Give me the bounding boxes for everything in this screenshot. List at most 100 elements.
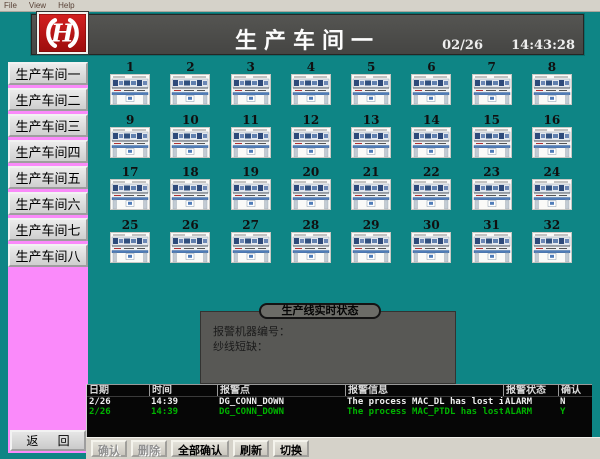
column-header: 日期 [87, 385, 149, 396]
sidebar-item-workshop-6[interactable]: 生产车间六 [8, 192, 88, 215]
knitting-machine-icon [351, 127, 391, 158]
machine-item-22[interactable]: 22 [401, 166, 461, 219]
machine-item-19[interactable]: 19 [221, 166, 281, 219]
sidebar-item-workshop-7[interactable]: 生产车间七 [8, 218, 88, 241]
toolbar-button-全部确认[interactable]: 全部确认 [171, 440, 229, 457]
workshop-button-list: 生产车间一生产车间二生产车间三生产车间四生产车间五生产车间六生产车间七生产车间八 [8, 62, 88, 270]
machine-number: 13 [363, 114, 380, 127]
machine-number: 16 [544, 114, 561, 127]
knitting-machine-icon [351, 232, 391, 263]
alarm-cell: ALARM [503, 407, 558, 417]
machine-item-17[interactable]: 17 [100, 166, 160, 219]
column-header: 报警信息 [345, 385, 503, 396]
machine-number: 22 [423, 166, 440, 179]
back-button[interactable]: 返 回 [10, 430, 86, 451]
machine-number: 2 [186, 61, 194, 74]
alarm-table-body: 2/2614:39DG_CONN_DOWNThe process MAC_DL … [87, 397, 592, 417]
machine-item-7[interactable]: 7 [462, 61, 522, 114]
alarm-table[interactable]: 日期时间报警点报警信息报警状态确认 2/2614:39DG_CONN_DOWNT… [86, 384, 592, 437]
alarm-cell: ALARM [503, 397, 558, 407]
machine-number: 30 [423, 219, 440, 232]
alarm-table-row[interactable]: 2/2614:39DG_CONN_DOWNThe process MAC_PTD… [87, 407, 592, 417]
machine-number: 9 [126, 114, 134, 127]
knitting-machine-icon [291, 74, 331, 105]
machine-number: 25 [122, 219, 139, 232]
machine-item-32[interactable]: 32 [522, 219, 582, 272]
app-window: FileViewHelp 生产车间一 02/26 14:43:28 H 生产车间… [0, 0, 600, 459]
machine-item-23[interactable]: 23 [462, 166, 522, 219]
column-header: 确认 [558, 385, 588, 396]
machine-item-21[interactable]: 21 [341, 166, 401, 219]
knitting-machine-icon [231, 232, 271, 263]
knitting-machine-icon [351, 74, 391, 105]
knitting-machine-icon [532, 179, 572, 210]
alarm-cell: DG_CONN_DOWN [217, 397, 345, 407]
knitting-machine-icon [532, 127, 572, 158]
machine-item-28[interactable]: 28 [281, 219, 341, 272]
sidebar-item-workshop-5[interactable]: 生产车间五 [8, 166, 88, 189]
machine-item-16[interactable]: 16 [522, 114, 582, 167]
machine-number: 3 [246, 61, 254, 74]
machine-item-13[interactable]: 13 [341, 114, 401, 167]
machine-item-5[interactable]: 5 [341, 61, 401, 114]
machine-item-26[interactable]: 26 [160, 219, 220, 272]
sidebar-item-workshop-8[interactable]: 生产车间八 [8, 244, 88, 267]
column-header: 时间 [149, 385, 217, 396]
machine-item-6[interactable]: 6 [401, 61, 461, 114]
machine-item-3[interactable]: 3 [221, 61, 281, 114]
machine-number: 31 [483, 219, 500, 232]
machine-item-30[interactable]: 30 [401, 219, 461, 272]
machine-item-25[interactable]: 25 [100, 219, 160, 272]
sidebar-item-workshop-2[interactable]: 生产车间二 [8, 88, 88, 111]
page-title: 生产车间一 [32, 23, 583, 55]
machine-grid: 1 2 [100, 61, 582, 271]
knitting-machine-icon [170, 127, 210, 158]
machine-number: 18 [182, 166, 199, 179]
knitting-machine-icon [170, 232, 210, 263]
alarm-table-row[interactable]: 2/2614:39DG_CONN_DOWNThe process MAC_DL … [87, 397, 592, 407]
machine-item-27[interactable]: 27 [221, 219, 281, 272]
knitting-machine-icon [472, 179, 512, 210]
machine-number: 15 [483, 114, 500, 127]
machine-item-18[interactable]: 18 [160, 166, 220, 219]
machine-number: 6 [427, 61, 435, 74]
machine-item-11[interactable]: 11 [221, 114, 281, 167]
machine-item-10[interactable]: 10 [160, 114, 220, 167]
column-header: 报警点 [217, 385, 345, 396]
machine-number: 32 [544, 219, 561, 232]
knitting-machine-icon [291, 179, 331, 210]
machine-item-2[interactable]: 2 [160, 61, 220, 114]
sidebar-item-workshop-3[interactable]: 生产车间三 [8, 114, 88, 137]
toolbar-button-刷新[interactable]: 刷新 [233, 440, 269, 457]
machine-item-12[interactable]: 12 [281, 114, 341, 167]
sidebar-item-workshop-1[interactable]: 生产车间一 [8, 62, 88, 85]
svg-text:H: H [50, 18, 75, 47]
machine-item-31[interactable]: 31 [462, 219, 522, 272]
status-panel: 生产线实时状态 报警机器编号： 纱线短缺： [200, 311, 456, 384]
knitting-machine-icon [411, 179, 451, 210]
machine-number: 17 [122, 166, 139, 179]
machine-item-14[interactable]: 14 [401, 114, 461, 167]
machine-item-15[interactable]: 15 [462, 114, 522, 167]
alarm-cell: The process MAC_PTDL has lost its .. [345, 407, 503, 417]
sidebar-item-workshop-4[interactable]: 生产车间四 [8, 140, 88, 163]
machine-item-20[interactable]: 20 [281, 166, 341, 219]
machine-number: 23 [483, 166, 500, 179]
machine-number: 4 [307, 61, 315, 74]
machine-item-24[interactable]: 24 [522, 166, 582, 219]
machine-item-4[interactable]: 4 [281, 61, 341, 114]
machine-item-8[interactable]: 8 [522, 61, 582, 114]
alarm-cell: 2/26 [87, 407, 149, 417]
machine-number: 21 [363, 166, 380, 179]
machine-item-1[interactable]: 1 [100, 61, 160, 114]
machine-item-29[interactable]: 29 [341, 219, 401, 272]
knitting-machine-icon [110, 232, 150, 263]
toolbar-button-切换[interactable]: 切换 [273, 440, 309, 457]
machine-number: 5 [367, 61, 375, 74]
menu-item-file[interactable]: File [4, 0, 17, 12]
knitting-machine-icon [472, 127, 512, 158]
machine-number: 7 [487, 61, 495, 74]
machine-item-9[interactable]: 9 [100, 114, 160, 167]
knitting-machine-icon [472, 74, 512, 105]
sidebar: 生产车间一生产车间二生产车间三生产车间四生产车间五生产车间六生产车间七生产车间八… [8, 62, 88, 453]
